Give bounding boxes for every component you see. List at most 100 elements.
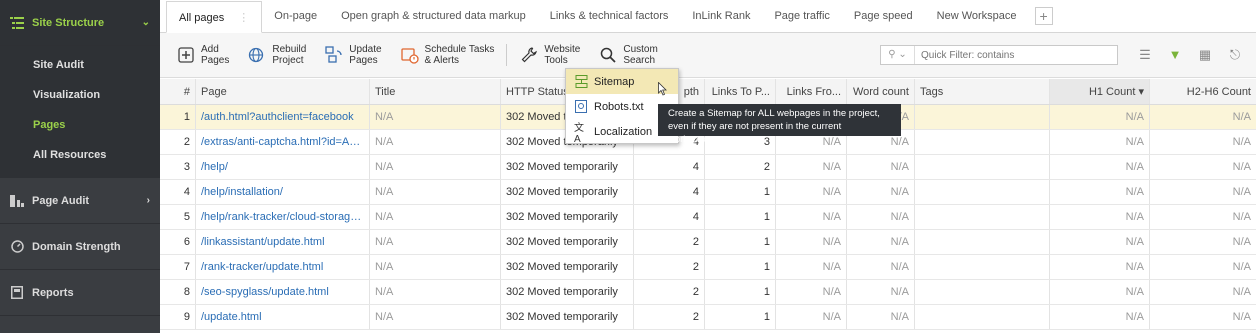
columns-icon[interactable]: ☰ — [1134, 47, 1156, 63]
col-title-header[interactable]: Title — [370, 79, 501, 104]
tab-links-technical[interactable]: Links & technical factors — [538, 0, 681, 32]
cell-page[interactable]: /seo-spyglass/update.html — [196, 280, 370, 304]
cell-title: N/A — [370, 305, 501, 329]
cell-wc: N/A — [847, 155, 915, 179]
sidebar-reports[interactable]: Reports — [0, 270, 160, 316]
tab-new-workspace[interactable]: New Workspace — [925, 0, 1029, 32]
cell-page[interactable]: /help/ — [196, 155, 370, 179]
rebuild-project-button[interactable]: Rebuild Project — [247, 44, 306, 66]
table-row[interactable]: 4/help/installation/N/A 302 Moved tempora… — [160, 180, 1256, 205]
tab-page-speed[interactable]: Page speed — [842, 0, 925, 32]
table-row[interactable]: 6/linkassistant/update.html N/A 302 Moved … — [160, 230, 1256, 255]
cell-lto: 1 — [705, 180, 776, 204]
sidebar-page-audit-label: Page Audit — [32, 194, 90, 207]
col-links-to-header[interactable]: Links To P... — [705, 79, 776, 104]
custom-search-label: Custom Search — [623, 44, 658, 66]
search-icon — [598, 45, 618, 65]
filter-search-dropdown-icon[interactable]: ⚲ ⌄ — [881, 46, 915, 64]
cell-lfrom: N/A — [776, 180, 847, 204]
mouse-cursor-icon — [658, 82, 667, 96]
view-tools: ☰ ▼ ▦ ⎋ — [1126, 47, 1246, 63]
table-row[interactable]: 8/seo-spyglass/update.html N/A 302 Moved t… — [160, 280, 1256, 305]
cell-page[interactable]: /linkassistant/update.html — [196, 230, 370, 254]
table-row[interactable]: 3/help/N/A 302 Moved temporarily 4 2 N/A N/A N… — [160, 155, 1256, 180]
quick-filter-input[interactable] — [915, 49, 1117, 61]
cell-h1c: N/A — [1050, 205, 1150, 229]
cell-lto: 1 — [705, 230, 776, 254]
cell-lfrom: N/A — [776, 155, 847, 179]
cell-page[interactable]: /help/rank-tracker/cloud-storage.ht... — [196, 205, 370, 229]
chevron-down-icon: ⌄ — [141, 17, 150, 28]
cell-h1c: N/A — [1050, 280, 1150, 304]
cell-h1c: N/A — [1050, 180, 1150, 204]
custom-search-button[interactable]: Custom Search — [598, 44, 658, 66]
sidebar-domain-strength[interactable]: Domain Strength — [0, 224, 160, 270]
col-h2h6-count-header[interactable]: H2-H6 Count — [1150, 79, 1256, 104]
update-pages-button[interactable]: Update Pages — [324, 44, 382, 66]
cell-lto: 1 — [705, 205, 776, 229]
sidebar-item-visualization[interactable]: Visualization — [0, 80, 160, 110]
grid-view-icon[interactable]: ▦ — [1194, 47, 1216, 63]
sidebar-item-all-resources[interactable]: All Resources — [0, 140, 160, 170]
cell-lfrom: N/A — [776, 255, 847, 279]
table-row[interactable]: 9/update.html N/A 302 Moved temporarily 2 1 N… — [160, 305, 1256, 330]
cell-h1c: N/A — [1050, 105, 1150, 129]
add-pages-button[interactable]: Add Pages — [176, 44, 229, 66]
tab-page-traffic[interactable]: Page traffic — [762, 0, 841, 32]
tab-label: All pages — [179, 12, 225, 24]
menu-item-localization-label: Localization — [594, 125, 653, 138]
table-row[interactable]: 5/help/rank-tracker/cloud-storage.ht... N… — [160, 205, 1256, 230]
schedule-tasks-button[interactable]: Schedule Tasks & Alerts — [400, 44, 494, 66]
sidebar-item-pages[interactable]: Pages — [0, 110, 160, 140]
cell-h26: N/A — [1232, 111, 1251, 123]
cell-h1t — [915, 305, 1050, 329]
col-word-count-header[interactable]: Word count — [847, 79, 915, 104]
col-h1-count-header[interactable]: H1 Count ▾ — [1050, 79, 1150, 104]
cell-page[interactable]: /update.html — [196, 305, 370, 329]
website-tools-button[interactable]: Website Tools — [519, 44, 580, 66]
cell-http: 302 Moved temporarily — [501, 230, 634, 254]
cell-page[interactable]: /auth.html?authclient=facebook — [196, 105, 370, 129]
table-header: # Page Title HTTP Status pth Links To P.… — [160, 79, 1256, 105]
cell-depth: 4 — [634, 205, 705, 229]
cell-h1t — [915, 280, 1050, 304]
cell-page[interactable]: /extras/anti-captcha.html?id=AC_100... — [196, 130, 370, 154]
sidebar-subitems: Site Audit Visualization Pages All Resou… — [0, 46, 160, 178]
col-num-header[interactable]: # — [160, 79, 196, 104]
add-tab-button[interactable]: + — [1034, 7, 1053, 25]
cell-num: 7 — [160, 255, 196, 279]
cell-page[interactable]: /rank-tracker/update.html — [196, 255, 370, 279]
col-links-from-header[interactable]: Links Fro... — [776, 79, 847, 104]
sidebar-item-site-audit[interactable]: Site Audit — [0, 50, 160, 80]
cell-page[interactable]: /help/installation/ — [196, 180, 370, 204]
tab-inlink-rank[interactable]: InLink Rank — [680, 0, 762, 32]
filter-icon[interactable]: ▼ — [1164, 47, 1186, 63]
cell-depth: 4 — [634, 180, 705, 204]
robots-file-icon — [574, 100, 588, 114]
cell-h26: N/A — [1232, 236, 1251, 248]
col-page-header[interactable]: Page — [196, 79, 370, 104]
sidebar-reports-label: Reports — [32, 286, 74, 299]
tab-menu-icon[interactable]: ⋮ — [238, 12, 249, 24]
cell-depth: 4 — [634, 155, 705, 179]
page-audit-icon — [10, 194, 24, 208]
sidebar-page-audit[interactable]: Page Audit › — [0, 178, 160, 224]
cell-title: N/A — [370, 280, 501, 304]
tab-on-page[interactable]: On-page — [262, 0, 329, 32]
update-pages-label: Update Pages — [349, 44, 382, 66]
cell-lto: 1 — [705, 280, 776, 304]
cell-lto: 1 — [705, 305, 776, 329]
tab-open-graph[interactable]: Open graph & structured data markup — [329, 0, 538, 32]
export-icon[interactable]: ⎋ — [1224, 47, 1246, 63]
reports-icon — [10, 286, 24, 300]
tab-all-pages[interactable]: All pages ⋮ — [166, 1, 263, 33]
cell-wc: N/A — [847, 255, 915, 279]
cell-h1c: N/A — [1050, 305, 1150, 329]
add-icon — [176, 45, 196, 65]
col-tags-header[interactable]: Tags — [915, 79, 1050, 104]
cell-h1t — [915, 130, 1050, 154]
cell-depth: 2 — [634, 280, 705, 304]
sidebar-site-structure[interactable]: Site Structure ⌄ — [0, 0, 160, 46]
cell-lfrom: N/A — [776, 205, 847, 229]
table-row[interactable]: 7/rank-tracker/update.html N/A 302 Moved t… — [160, 255, 1256, 280]
